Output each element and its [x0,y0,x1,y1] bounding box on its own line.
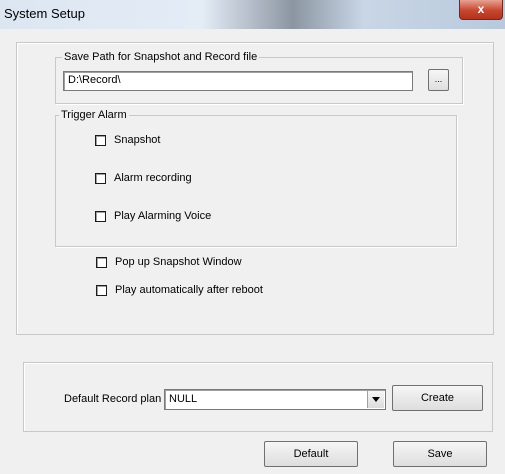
play-alarming-voice-label: Play Alarming Voice [114,210,212,222]
default-button[interactable]: Default [264,441,358,467]
settings-panel: Save Path for Snapshot and Record file D… [16,42,494,335]
play-alarming-voice-checkbox-row[interactable]: Play Alarming Voice [95,210,211,222]
browse-button[interactable]: ... [428,69,449,91]
popup-snapshot-label: Pop up Snapshot Window [115,256,242,268]
save-path-legend: Save Path for Snapshot and Record file [62,51,260,63]
dialog-body: Save Path for Snapshot and Record file D… [0,29,505,474]
record-plan-select[interactable]: NULL [164,389,386,410]
play-alarming-voice-checkbox[interactable] [95,210,106,222]
record-plan-label: Default Record plan [64,393,162,405]
record-plan-dropdown-button[interactable] [367,391,384,408]
record-plan-value: NULL [169,393,198,405]
snapshot-checkbox[interactable] [95,134,106,146]
snapshot-checkbox-row[interactable]: Snapshot [95,134,160,146]
autoplay-reboot-checkbox[interactable] [96,284,107,296]
trigger-alarm-group: Trigger Alarm Snapshot Alarm recording P… [55,109,457,247]
close-button[interactable]: x [459,0,503,20]
create-button[interactable]: Create [392,385,483,411]
alarm-recording-checkbox-row[interactable]: Alarm recording [95,172,192,184]
alarm-recording-label: Alarm recording [114,172,192,184]
default-button-label: Default [293,448,329,460]
save-button[interactable]: Save [393,441,487,467]
title-bar[interactable]: System Setup x [0,0,505,29]
close-icon: x [477,2,485,16]
browse-button-label: ... [434,74,443,84]
autoplay-reboot-checkbox-row[interactable]: Play automatically after reboot [96,284,263,296]
autoplay-reboot-label: Play automatically after reboot [115,284,263,296]
window-title: System Setup [4,6,85,21]
system-setup-window: System Setup x Save Path for Snapshot an… [0,0,505,474]
create-button-label: Create [420,392,455,404]
save-button-label: Save [427,448,453,460]
chevron-down-icon [372,397,380,402]
popup-snapshot-checkbox-row[interactable]: Pop up Snapshot Window [96,256,242,268]
popup-snapshot-checkbox[interactable] [96,256,107,268]
trigger-alarm-legend: Trigger Alarm [59,109,129,121]
alarm-recording-checkbox[interactable] [95,172,106,184]
save-path-group: Save Path for Snapshot and Record file D… [55,51,463,104]
snapshot-label: Snapshot [114,134,161,146]
record-plan-panel: Default Record plan NULL Create [23,362,493,432]
save-path-input[interactable]: D:\Record\ [63,71,413,91]
